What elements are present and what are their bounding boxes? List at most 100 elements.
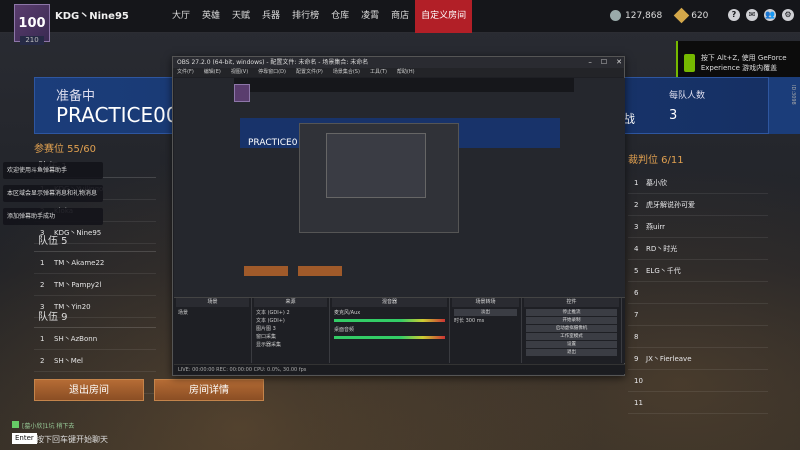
referees-title: 裁判位 6/11 [628, 155, 684, 166]
preview-avatar [234, 84, 250, 102]
exit-button[interactable]: 退出 [526, 349, 617, 356]
preview-button [244, 266, 288, 276]
danmaku-tip: 本区域会显示弹幕消息和礼物消息 [3, 185, 103, 202]
chat-input-hint[interactable]: 按下回车键开始聊天 [36, 434, 108, 445]
nav-custom-room[interactable]: 自定义房间 [415, 0, 473, 33]
room-status: 准备中 [56, 89, 96, 104]
minimize-icon[interactable]: – [588, 57, 592, 68]
source-item[interactable]: 文本 (GDI+) 2 [256, 309, 325, 317]
obs-statusbar: LIVE: 00:00:00 REC: 00:00:00 CPU: 0.0%, … [174, 364, 625, 374]
nav-warehouse[interactable]: 仓库 [325, 0, 355, 33]
mail-icon[interactable]: ✉ [746, 9, 758, 21]
table-row[interactable]: 5 ELG丶千代 [628, 260, 768, 282]
obs-menubar: 文件(F) 编辑(E) 视图(V) 停靠窗口(D) 配置文件(P) 场景集合(S… [173, 68, 624, 77]
currency: 127,868 620 [610, 7, 708, 24]
menu-view[interactable]: 视图(V) [231, 68, 248, 77]
danmaku-tip: 添加弹幕助手成功 [3, 208, 103, 225]
duration-label: 时长 [454, 318, 465, 324]
table-row[interactable]: 8 [628, 326, 768, 348]
table-row[interactable]: 3 燕uirr [628, 216, 768, 238]
mixer-title: 混音器 [332, 298, 447, 307]
team-5: 队伍 5 1 TM丶Akame22 2 TM丶Pampy2l 3 TM丶Yin20 [34, 232, 156, 318]
menu-docks[interactable]: 停靠窗口(D) [258, 68, 286, 77]
obs-window[interactable]: OBS 27.2.0 (64-bit, windows) - 配置文件: 未命名… [172, 56, 625, 376]
preview-topbar [234, 78, 574, 92]
duration-field[interactable]: 300 ms [466, 318, 485, 324]
menu-edit[interactable]: 编辑(E) [204, 68, 221, 77]
side-id: ID:3098 [790, 85, 796, 105]
obs-titlebar[interactable]: OBS 27.2.0 (64-bit, windows) - 配置文件: 未命名… [173, 57, 624, 68]
sublevel-badge: 210 [20, 36, 44, 45]
nav-leaderboard[interactable]: 排行榜 [286, 0, 325, 33]
nav-shop[interactable]: 商店 [385, 0, 415, 33]
table-row[interactable]: 1 SH丶AzBonn [34, 328, 156, 350]
stop-streaming-button[interactable]: 停止推流 [526, 309, 617, 316]
table-row[interactable]: 4 RD丶时光 [628, 238, 768, 260]
room-details-button[interactable]: 房间详情 [154, 379, 264, 401]
table-row[interactable]: 1 TM丶Akame22 [34, 252, 156, 274]
nav-lingxiao[interactable]: 凌霄 [355, 0, 385, 33]
leave-room-button[interactable]: 退出房间 [34, 379, 144, 401]
volume-meter[interactable] [334, 336, 445, 339]
room-name: PRACTICE00 [56, 103, 179, 127]
table-row[interactable]: 7 [628, 304, 768, 326]
danmaku-tip: 欢迎使用斗鱼弹幕助手 [3, 162, 103, 179]
settings-icon[interactable]: ⚙ [782, 9, 794, 21]
team-header: 队伍 5 [34, 232, 156, 252]
table-row[interactable]: 2 虎牙解说孙可爱 [628, 194, 768, 216]
menu-help[interactable]: 帮助(H) [397, 68, 415, 77]
table-row[interactable]: 2 SH丶Mel [34, 350, 156, 372]
volume-meter[interactable] [334, 319, 445, 322]
settings-button[interactable]: 设置 [526, 341, 617, 348]
menu-tools[interactable]: 工具(T) [370, 68, 387, 77]
coin-count: 127,868 [625, 10, 663, 21]
level-badge: 100 [18, 15, 46, 31]
chat-message: [墓小欣]1坑 稍下去 [12, 421, 74, 430]
main-nav: 大厅 英雄 天赋 兵器 排行榜 仓库 凌霄 商店 自定义房间 [166, 0, 473, 33]
nvidia-logo-icon [684, 54, 695, 72]
source-item[interactable]: 显示器采集 [256, 341, 325, 349]
source-item[interactable]: 图片图 3 [256, 325, 325, 333]
per-team-value: 3 [669, 108, 678, 123]
chat-message-text: [墓小欣]1坑 稍下去 [22, 423, 75, 430]
scenes-title: 场景 [176, 298, 249, 307]
close-icon[interactable]: ✕ [616, 57, 622, 68]
table-row[interactable]: 2 TM丶Pampy2l [34, 274, 156, 296]
preview-nested-obs-2 [326, 133, 426, 198]
help-icon[interactable]: ? [728, 9, 740, 21]
table-row[interactable]: 9 JX丶Fierleave [628, 348, 768, 370]
nav-lobby[interactable]: 大厅 [166, 0, 196, 33]
menu-scene-collection[interactable]: 场景集合(S) [333, 68, 360, 77]
top-icons: ? ✉ 👥 ⚙ [728, 9, 794, 21]
table-row[interactable]: 6 [628, 282, 768, 304]
mixer-dock: 混音器 麦克风/Aux 桌面音频 [330, 298, 450, 363]
friends-icon[interactable]: 👥 [764, 9, 776, 21]
per-team-label: 每队人数 [669, 91, 706, 101]
source-item[interactable]: 窗口采集 [256, 333, 325, 341]
nvidia-toast-text: 按下 Alt+Z, 使用 GeForce Experience 游戏内覆盖 [700, 54, 787, 72]
maximize-icon[interactable]: ☐ [601, 57, 607, 68]
sources-dock: 来源 文本 (GDI+) 2 文本 (GDI+) 图片图 3 窗口采集 显示器采… [252, 298, 330, 363]
scenes-dock: 场景 场景 [174, 298, 252, 363]
scene-item[interactable]: 场景 [178, 309, 247, 317]
table-row[interactable]: 11 [628, 392, 768, 414]
menu-file[interactable]: 文件(F) [177, 68, 194, 77]
transition-select[interactable]: 淡出 [454, 309, 517, 316]
menu-profile[interactable]: 配置文件(P) [296, 68, 323, 77]
participants-title: 参赛位 55/60 [34, 144, 96, 155]
start-recording-button[interactable]: 开始录制 [526, 317, 617, 324]
nav-talents[interactable]: 天赋 [226, 0, 256, 33]
mixer-channel-label: 麦克风/Aux [334, 310, 361, 316]
mixer-channel-label: 桌面音频 [334, 327, 355, 333]
table-row[interactable]: 1 墓小欣 [628, 172, 768, 194]
virtual-camera-button[interactable]: 启动虚拟摄像机 [526, 325, 617, 332]
studio-mode-button[interactable]: 工作室模式 [526, 333, 617, 340]
table-row[interactable]: 10 [628, 370, 768, 392]
transitions-dock: 场景转场 淡出 时长 300 ms [450, 298, 522, 363]
nav-heroes[interactable]: 英雄 [196, 0, 226, 33]
preview-button [298, 266, 342, 276]
source-item[interactable]: 文本 (GDI+) [256, 317, 325, 325]
nav-weapons[interactable]: 兵器 [256, 0, 286, 33]
obs-title: OBS 27.2.0 (64-bit, windows) - 配置文件: 未命名… [177, 59, 369, 66]
obs-docks: 场景 场景 来源 文本 (GDI+) 2 文本 (GDI+) 图片图 3 窗口采… [174, 297, 625, 363]
